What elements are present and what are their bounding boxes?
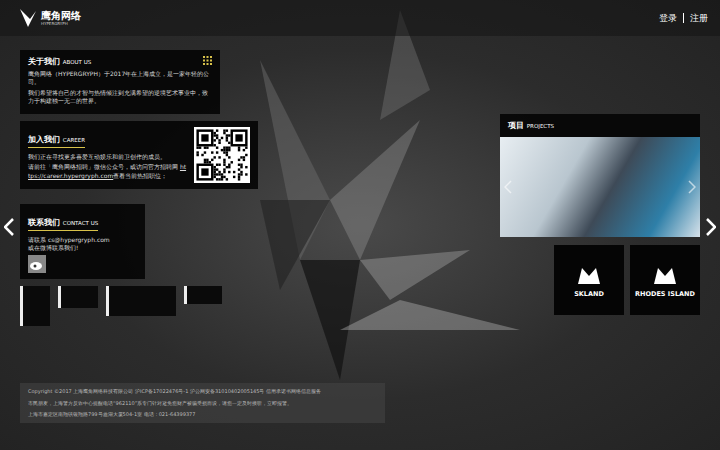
wing-logo-icon (18, 7, 38, 29)
qr-code-icon (194, 127, 250, 183)
card-title: 加入我们 CAREER (28, 134, 85, 148)
contact-text: 或在微博联系我们! (28, 244, 137, 252)
chevron-left-icon[interactable] (504, 180, 512, 194)
auth-links: 登录 注册 (659, 12, 708, 25)
project-tile[interactable]: RHODES ISLAND (630, 245, 700, 315)
chevron-right-icon[interactable] (688, 180, 696, 194)
thumbnail-strip (20, 286, 222, 326)
contact-card: 联系我们 CONTACT US 请联系 cs@hypergryph.com或在微… (20, 204, 145, 280)
project-banner[interactable] (500, 137, 700, 237)
about-card: 关于我们 ABOUT US 鹰角网络（HYPERGRYPH）于2017年在上海成… (20, 50, 220, 114)
auth-link[interactable]: 登录 (659, 12, 677, 25)
left-column: 关于我们 ABOUT US 鹰角网络（HYPERGRYPH）于2017年在上海成… (20, 50, 280, 383)
card-title: 项目 PROJECTS (500, 114, 700, 137)
footer: Copyright ©2017 上海鹰角网络科技有限公司 沪ICP备170224… (20, 383, 385, 423)
projects-card: 项目 PROJECTS (500, 114, 700, 237)
content: 关于我们 ABOUT US 鹰角网络（HYPERGRYPH）于2017年在上海成… (0, 36, 720, 383)
project-logo-icon (650, 262, 680, 288)
arrow-left-icon[interactable] (4, 218, 14, 236)
project-name: SKLAND (574, 290, 604, 298)
card-title: 联系我们 CONTACT US (28, 217, 98, 231)
career-text: 我们正在寻找更多喜爱互动娱乐和前卫创作的成员。 (28, 153, 188, 161)
card-title: 关于我们 ABOUT US (28, 56, 91, 67)
page: 鹰角网络 HYPERGRYPH 登录 注册 关于我们 ABOUT US 鹰角网络… (0, 0, 720, 450)
career-link[interactable]: https://career.hypergryph.com (28, 163, 186, 178)
career-text: 请前往「鹰角网络招聘」微信公众号，或访问官方招聘网 https://career… (28, 163, 188, 180)
project-tiles: SKLAND RHODES ISLAND (554, 245, 700, 315)
auth-link[interactable]: 注册 (690, 12, 708, 25)
grid-icon[interactable] (203, 56, 212, 65)
footer-line: 上海市嘉定区南翔镇银翔路799号鑫湖大厦504-1室 电话：021-643993… (28, 411, 377, 418)
contact-text: 请联系 cs@hypergryph.com (28, 236, 137, 244)
arrow-right-icon[interactable] (706, 218, 716, 236)
project-name: RHODES ISLAND (635, 290, 695, 298)
top-bar: 鹰角网络 HYPERGRYPH 登录 注册 (0, 0, 720, 36)
project-logo-icon (574, 262, 604, 288)
footer-line: Copyright ©2017 上海鹰角网络科技有限公司 沪ICP备170224… (28, 388, 377, 395)
thumbnail[interactable] (184, 286, 222, 304)
thumbnail[interactable] (106, 286, 176, 316)
about-text: 鹰角网络（HYPERGRYPH）于2017年在上海成立，是一家年轻的公司。 (28, 70, 212, 87)
thumbnail[interactable] (20, 286, 50, 326)
right-column: 项目 PROJECTS SKLAND RHODES ISLAND (500, 114, 700, 383)
about-text: 我们希望将自己的才智与热情倾注到充满希望的逆境艺术事业中，致力于构建独一无二的世… (28, 89, 212, 106)
separator (683, 13, 684, 23)
career-card: 加入我们 CAREER 我们正在寻找更多喜爱互动娱乐和前卫创作的成员。 请前往「… (20, 121, 258, 189)
thumbnail[interactable] (58, 286, 98, 308)
logo-title: 鹰角网络 (41, 11, 81, 21)
footer-line: 市民朋友，上海警方反诈中心提醒电话“962110”系专门针对避免您财产被骗受损而… (28, 400, 377, 407)
logo[interactable]: 鹰角网络 HYPERGRYPH (18, 7, 81, 29)
logo-subtitle: HYPERGRYPH (41, 22, 81, 26)
weibo-icon[interactable] (28, 255, 46, 273)
project-tile[interactable]: SKLAND (554, 245, 624, 315)
